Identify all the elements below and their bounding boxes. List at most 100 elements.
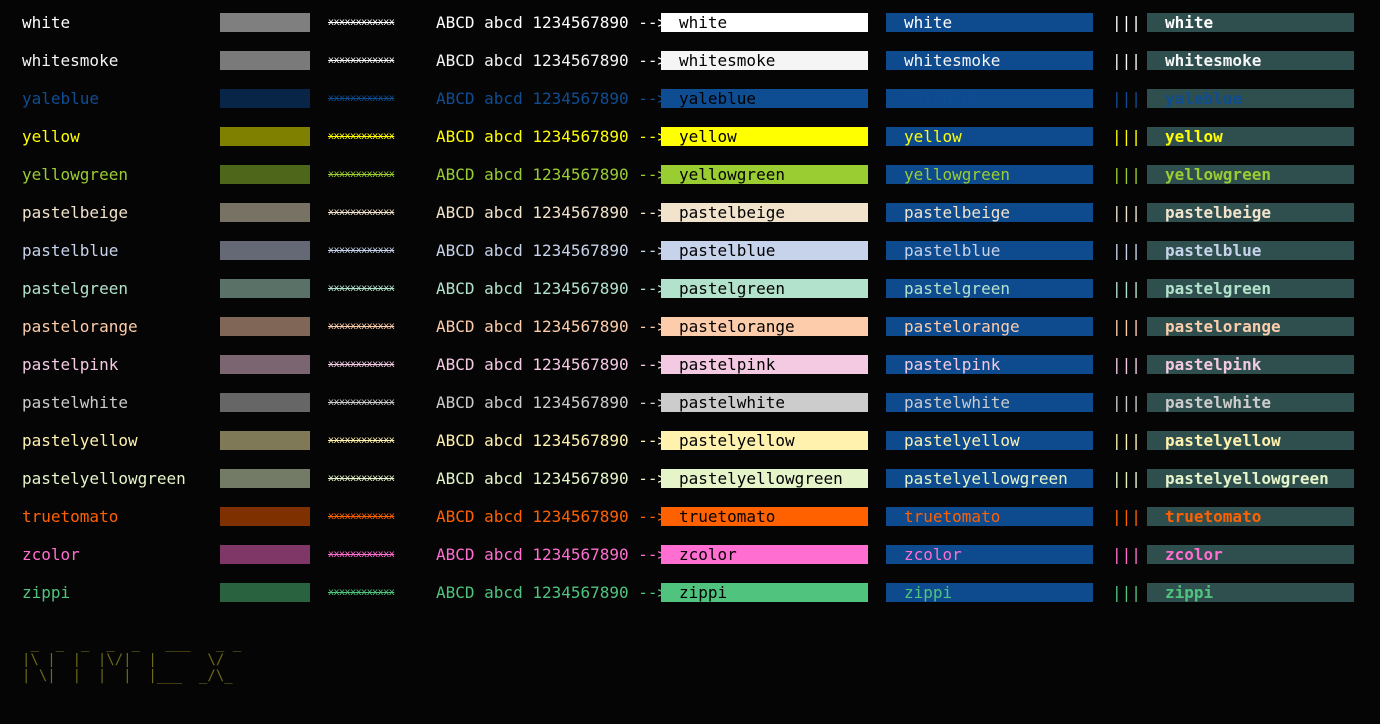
color-swatch — [220, 241, 310, 260]
text-sample: ABCD abcd 1234567890 --> — [436, 545, 668, 564]
on-blue-sample: truetomato — [886, 507, 1093, 526]
pipe-separator: ||| — [1112, 165, 1141, 184]
text-sample: ABCD abcd 1234567890 --> — [436, 507, 668, 526]
text-sample: ABCD abcd 1234567890 --> — [436, 89, 668, 108]
on-teal-bold-sample: zippi — [1147, 583, 1354, 602]
text-sample: ABCD abcd 1234567890 --> — [436, 583, 668, 602]
crossed-sample: xxxxxxxxxxxx — [328, 549, 395, 560]
background-sample: pastelpink — [661, 355, 868, 374]
color-row-yellowgreen: yellowgreen xxxxxxxxxxxx ABCD abcd 1234567… — [0, 155, 1380, 193]
color-row-pastelpink: pastelpink xxxxxxxxxxxx ABCD abcd 12345678… — [0, 345, 1380, 383]
color-swatch — [220, 507, 310, 526]
on-blue-sample: yellowgreen — [886, 165, 1093, 184]
color-swatch — [220, 583, 310, 602]
color-swatch — [220, 165, 310, 184]
background-sample: zippi — [661, 583, 868, 602]
color-row-pastelyellow: pastelyellow xxxxxxxxxxxx ABCD abcd 123456… — [0, 421, 1380, 459]
color-row-white: white xxxxxxxxxxxx ABCD abcd 1234567890 --… — [0, 3, 1380, 41]
crossed-sample: xxxxxxxxxxxx — [328, 359, 395, 370]
text-sample: ABCD abcd 1234567890 --> — [436, 241, 668, 260]
on-teal-bold-sample: yaleblue — [1147, 89, 1354, 108]
color-swatch — [220, 89, 310, 108]
pipe-separator: ||| — [1112, 355, 1141, 374]
text-sample: ABCD abcd 1234567890 --> — [436, 203, 668, 222]
color-row-yaleblue: yaleblue xxxxxxxxxxxx ABCD abcd 1234567890… — [0, 79, 1380, 117]
pipe-separator: ||| — [1112, 317, 1141, 336]
background-sample: pastelgreen — [661, 279, 868, 298]
crossed-sample: xxxxxxxxxxxx — [328, 321, 395, 332]
background-sample: pastelyellowgreen — [661, 469, 868, 488]
color-row-truetomato: truetomato xxxxxxxxxxxx ABCD abcd 12345678… — [0, 497, 1380, 535]
background-sample: white — [661, 13, 868, 32]
color-row-pastelwhite: pastelwhite xxxxxxxxxxxx ABCD abcd 1234567… — [0, 383, 1380, 421]
color-swatch — [220, 431, 310, 450]
on-blue-sample: whitesmoke — [886, 51, 1093, 70]
pipe-separator: ||| — [1112, 241, 1141, 260]
pipe-separator: ||| — [1112, 545, 1141, 564]
color-swatch — [220, 355, 310, 374]
on-teal-bold-sample: pastelpink — [1147, 355, 1354, 374]
crossed-sample: xxxxxxxxxxxx — [328, 397, 395, 408]
color-name: pastelyellowgreen — [22, 469, 186, 488]
text-sample: ABCD abcd 1234567890 --> — [436, 165, 668, 184]
color-row-zcolor: zcolor xxxxxxxxxxxx ABCD abcd 1234567890 -… — [0, 535, 1380, 573]
on-teal-bold-sample: pastelwhite — [1147, 393, 1354, 412]
color-swatch — [220, 13, 310, 32]
on-teal-bold-sample: yellow — [1147, 127, 1354, 146]
on-blue-sample: white — [886, 13, 1093, 32]
color-row-pastelbeige: pastelbeige xxxxxxxxxxxx ABCD abcd 1234567… — [0, 193, 1380, 231]
color-swatch — [220, 393, 310, 412]
text-sample: ABCD abcd 1234567890 --> — [436, 431, 668, 450]
background-sample: pastelwhite — [661, 393, 868, 412]
pipe-separator: ||| — [1112, 431, 1141, 450]
text-sample: ABCD abcd 1234567890 --> — [436, 393, 668, 412]
color-name: truetomato — [22, 507, 119, 526]
text-sample: ABCD abcd 1234567890 --> — [436, 127, 668, 146]
color-swatch — [220, 545, 310, 564]
on-teal-bold-sample: pastelyellow — [1147, 431, 1354, 450]
on-blue-sample: pastelyellow — [886, 431, 1093, 450]
color-row-whitesmoke: whitesmoke xxxxxxxxxxxx ABCD abcd 12345678… — [0, 41, 1380, 79]
crossed-sample: xxxxxxxxxxxx — [328, 283, 395, 294]
pipe-separator: ||| — [1112, 127, 1141, 146]
crossed-sample: xxxxxxxxxxxx — [328, 55, 395, 66]
color-row-pastelyellowgreen: pastelyellowgreen xxxxxxxxxxxx ABCD abcd 1… — [0, 459, 1380, 497]
color-swatch — [220, 317, 310, 336]
color-swatch — [220, 203, 310, 222]
text-sample: ABCD abcd 1234567890 --> — [436, 51, 668, 70]
background-sample: yellowgreen — [661, 165, 868, 184]
pipe-separator: ||| — [1112, 13, 1141, 32]
on-teal-bold-sample: pastelblue — [1147, 241, 1354, 260]
background-sample: whitesmoke — [661, 51, 868, 70]
crossed-sample: xxxxxxxxxxxx — [328, 17, 395, 28]
color-swatch — [220, 127, 310, 146]
on-blue-sample: pastelwhite — [886, 393, 1093, 412]
color-name: pastelorange — [22, 317, 138, 336]
text-sample: ABCD abcd 1234567890 --> — [436, 469, 668, 488]
pipe-separator: ||| — [1112, 89, 1141, 108]
color-name: pastelgreen — [22, 279, 128, 298]
on-blue-sample: zcolor — [886, 545, 1093, 564]
color-row-zippi: zippi xxxxxxxxxxxx ABCD abcd 1234567890 --… — [0, 573, 1380, 611]
pipe-separator: ||| — [1112, 583, 1141, 602]
crossed-sample: xxxxxxxxxxxx — [328, 207, 395, 218]
color-name: yaleblue — [22, 89, 100, 108]
crossed-sample: xxxxxxxxxxxx — [328, 245, 395, 256]
on-teal-bold-sample: pastelgreen — [1147, 279, 1354, 298]
crossed-sample: xxxxxxxxxxxx — [328, 435, 395, 446]
background-sample: truetomato — [661, 507, 868, 526]
ascii-logo: _ _ _ _ _ ___ _ _ |\ | | |\/| | \/ | \| … — [22, 636, 242, 684]
on-teal-bold-sample: yellowgreen — [1147, 165, 1354, 184]
on-teal-bold-sample: white — [1147, 13, 1354, 32]
on-blue-sample: pastelpink — [886, 355, 1093, 374]
text-sample: ABCD abcd 1234567890 --> — [436, 355, 668, 374]
on-blue-sample: zippi — [886, 583, 1093, 602]
on-blue-sample: yaleblue — [886, 89, 1093, 108]
crossed-sample: xxxxxxxxxxxx — [328, 131, 395, 142]
background-sample: pastelblue — [661, 241, 868, 260]
color-name: zippi — [22, 583, 71, 602]
color-swatch — [220, 279, 310, 298]
color-name: yellowgreen — [22, 165, 128, 184]
background-sample: pastelyellow — [661, 431, 868, 450]
color-row-pastelgreen: pastelgreen xxxxxxxxxxxx ABCD abcd 1234567… — [0, 269, 1380, 307]
